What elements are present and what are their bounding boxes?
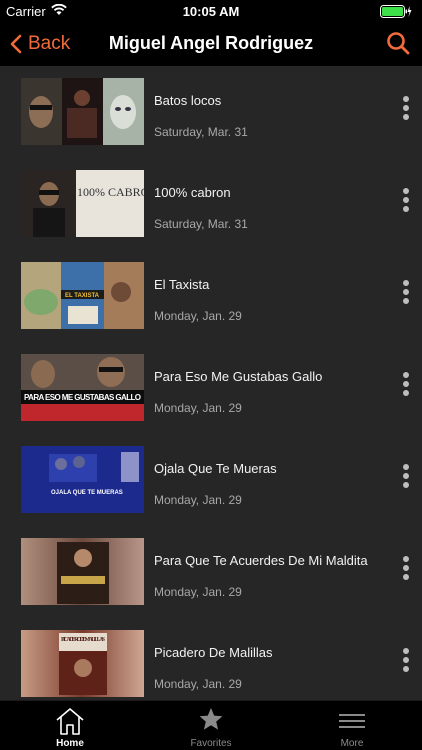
tab-label: More <box>340 738 364 749</box>
video-title: Ojala Que Te Mueras <box>154 461 277 476</box>
more-options-button[interactable] <box>400 372 412 402</box>
menu-lines-icon <box>339 713 365 734</box>
list-item[interactable]: Para Que Te Acuerdes De Mi Maldita Monda… <box>0 526 422 618</box>
more-options-button[interactable] <box>400 556 412 586</box>
poster-text: PARA ESO ME GUSTABAS GALLO <box>24 393 141 402</box>
poster-text: PICADERO DE MALILLAS <box>61 637 106 643</box>
video-title: Para Que Te Acuerdes De Mi Maldita <box>154 553 368 568</box>
more-options-button[interactable] <box>400 280 412 310</box>
video-thumbnail: OJALA QUE TE MUERAS <box>21 446 144 513</box>
search-button[interactable] <box>386 31 410 60</box>
tab-favorites[interactable]: Favorites <box>141 701 281 750</box>
video-thumbnail <box>21 538 144 605</box>
tab-label: Home <box>56 738 84 749</box>
video-thumbnail: EL TAXISTA <box>21 262 144 329</box>
video-thumbnail: 100% CABRON <box>21 170 144 237</box>
home-icon <box>54 706 86 741</box>
poster-text: OJALA QUE TE MUERAS <box>51 490 123 496</box>
list-item[interactable]: OJALA QUE TE MUERAS Ojala Que Te Mueras … <box>0 434 422 526</box>
poster-text: EL TAXISTA <box>65 293 100 299</box>
star-icon <box>198 706 224 737</box>
more-options-button[interactable] <box>400 464 412 494</box>
status-bar: Carrier 10:05 AM <box>0 0 422 22</box>
list-item[interactable]: 100% CABRON 100% cabron Saturday, Mar. 3… <box>0 158 422 250</box>
video-date: Monday, Jan. 29 <box>154 309 242 323</box>
video-thumbnail <box>21 78 144 145</box>
video-title: 100% cabron <box>154 185 231 200</box>
clock: 10:05 AM <box>182 4 240 19</box>
video-title: Para Eso Me Gustabas Gallo <box>154 369 323 384</box>
battery-icon <box>380 5 412 18</box>
navigation-bar: Back Miguel Angel Rodriguez <box>0 22 422 66</box>
list-item[interactable]: PICADERO DE MALILLAS Picadero De Malilla… <box>0 618 422 700</box>
video-list: Batos locos Saturday, Mar. 31 100% CABRO… <box>0 66 422 700</box>
list-item[interactable]: Batos locos Saturday, Mar. 31 <box>0 66 422 158</box>
video-date: Monday, Jan. 29 <box>154 585 242 599</box>
video-date: Monday, Jan. 29 <box>154 401 242 415</box>
video-date: Monday, Jan. 29 <box>154 493 242 507</box>
search-icon <box>387 32 410 55</box>
more-options-button[interactable] <box>400 648 412 678</box>
video-date: Monday, Jan. 29 <box>154 677 242 691</box>
tab-bar: Home Favorites More <box>0 700 422 750</box>
list-item[interactable]: PARA ESO ME GUSTABAS GALLO Para Eso Me G… <box>0 342 422 434</box>
video-title: Picadero De Malillas <box>154 645 273 660</box>
tab-label: Favorites <box>190 738 232 749</box>
tab-more[interactable]: More <box>282 701 422 750</box>
video-title: Batos locos <box>154 93 222 108</box>
video-date: Saturday, Mar. 31 <box>154 217 248 231</box>
poster-text: 100% CABRON <box>77 185 144 199</box>
list-item[interactable]: EL TAXISTA El Taxista Monday, Jan. 29 <box>0 250 422 342</box>
video-thumbnail: PICADERO DE MALILLAS <box>21 630 144 697</box>
more-options-button[interactable] <box>400 188 412 218</box>
tab-home[interactable]: Home <box>0 701 140 750</box>
video-title: El Taxista <box>154 277 210 292</box>
more-options-button[interactable] <box>400 96 412 126</box>
page-title: Miguel Angel Rodriguez <box>108 33 314 53</box>
video-thumbnail: PARA ESO ME GUSTABAS GALLO <box>21 354 144 421</box>
video-date: Saturday, Mar. 31 <box>154 125 248 139</box>
